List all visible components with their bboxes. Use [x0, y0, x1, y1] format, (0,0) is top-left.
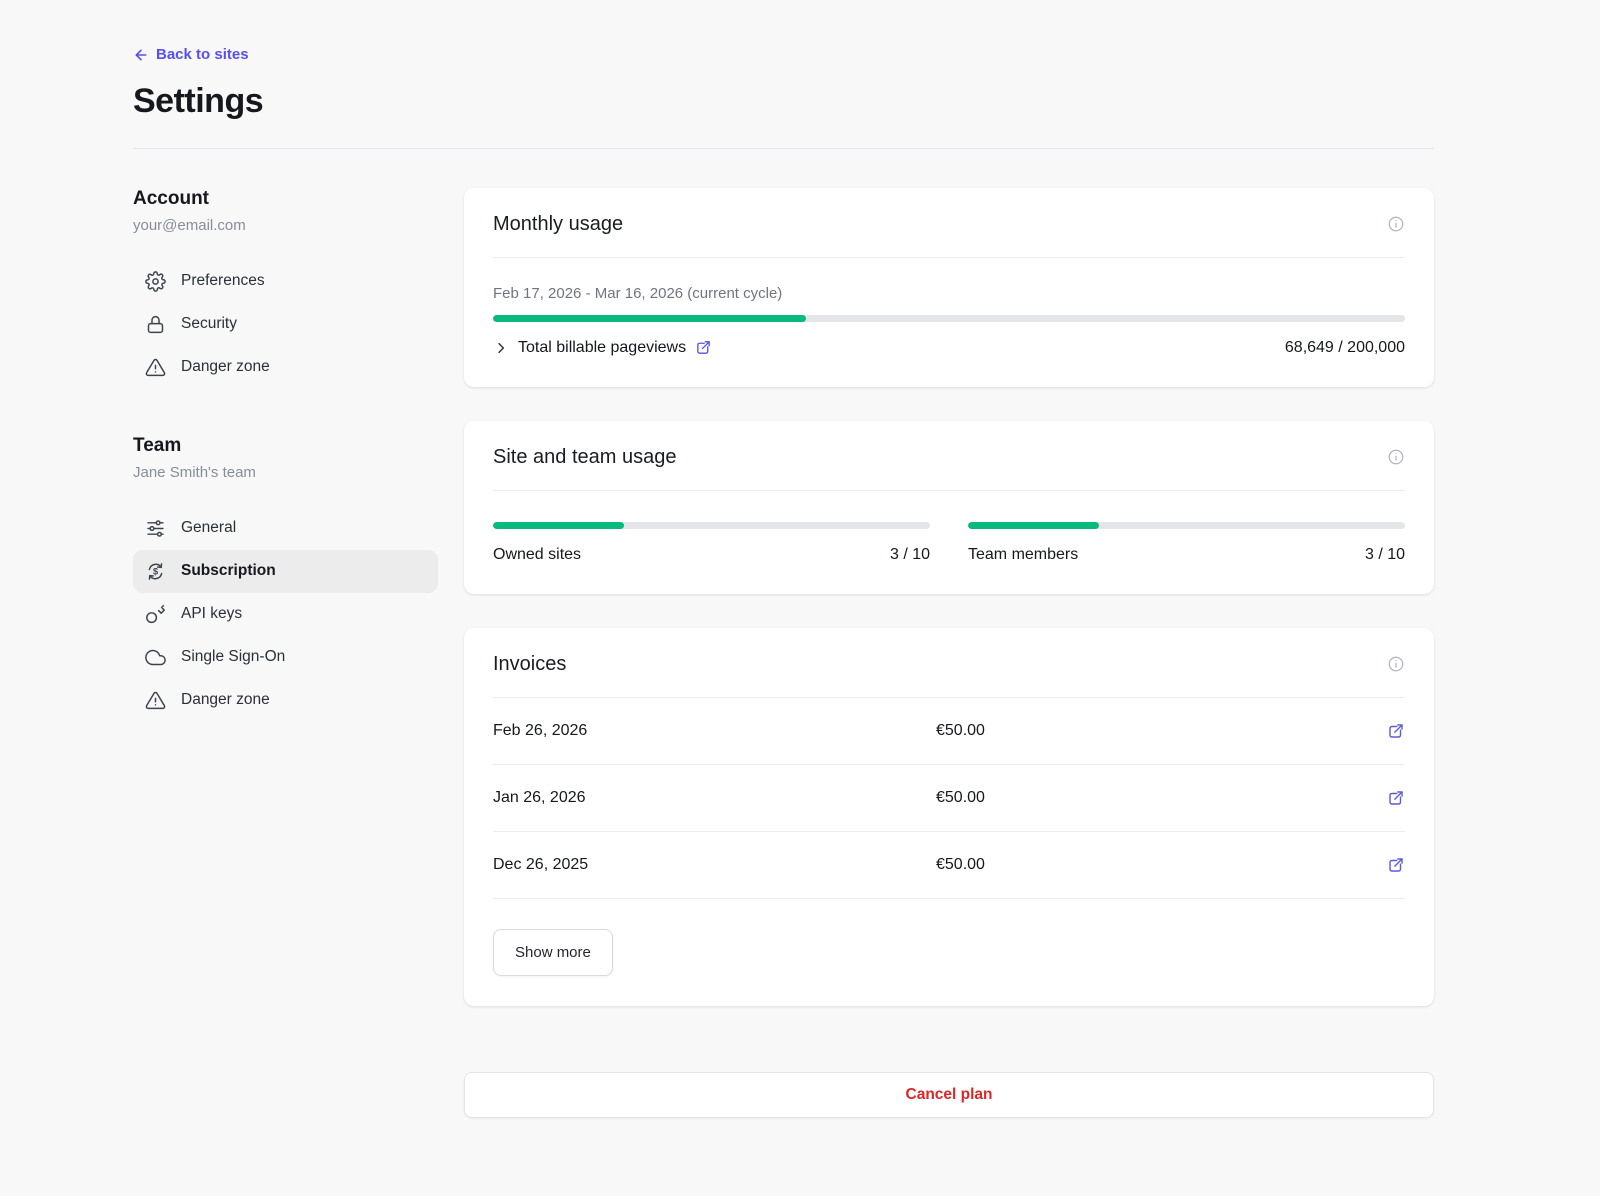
- monthly-usage-title: Monthly usage: [493, 213, 623, 236]
- invoice-row: Jan 26, 2026 €50.00: [493, 765, 1405, 832]
- sidebar-team-group: Team Jane Smith's team General Subscript…: [133, 435, 438, 722]
- owned-sites-meter: Owned sites 3 / 10: [493, 522, 930, 564]
- pageviews-value: 68,649 / 200,000: [1285, 339, 1405, 357]
- settings-page: Back to sites Settings Account your@emai…: [0, 0, 1600, 1118]
- key-icon: [145, 604, 166, 625]
- card-divider: [493, 490, 1405, 491]
- sidebar-item-preferences[interactable]: Preferences: [133, 260, 438, 303]
- sidebar-item-label: Danger zone: [181, 358, 270, 376]
- dollar-refresh-icon: [145, 561, 166, 582]
- info-icon[interactable]: [1387, 448, 1405, 466]
- monthly-usage-card: Monthly usage Feb 17, 2026 - Mar 16, 202…: [464, 188, 1434, 387]
- account-email: your@email.com: [133, 217, 438, 234]
- back-to-sites-link[interactable]: Back to sites: [133, 46, 249, 63]
- sidebar-item-label: General: [181, 519, 236, 537]
- team-members-label: Team members: [968, 546, 1078, 564]
- sidebar-item-security[interactable]: Security: [133, 303, 438, 346]
- sidebar-item-label: Preferences: [181, 272, 265, 290]
- external-link-icon[interactable]: [695, 339, 712, 356]
- pageviews-row: Total billable pageviews 68,649 / 200,00…: [493, 339, 1405, 357]
- site-team-usage-card: Site and team usage Owned sites 3 / 10: [464, 421, 1434, 594]
- invoices-title: Invoices: [493, 653, 566, 676]
- pageviews-progress-fill: [493, 315, 806, 322]
- team-members-progress-bar: [968, 522, 1405, 529]
- invoice-date: Jan 26, 2026: [493, 789, 936, 807]
- cloud-icon: [145, 647, 166, 668]
- team-members-progress-fill: [968, 522, 1099, 529]
- sidebar-item-single-sign-on[interactable]: Single Sign-On: [133, 636, 438, 679]
- header-divider: [133, 148, 1434, 149]
- invoice-amount: €50.00: [936, 722, 985, 740]
- cancel-plan-button[interactable]: Cancel plan: [464, 1072, 1434, 1118]
- invoice-row: Feb 26, 2026 €50.00: [493, 698, 1405, 765]
- sliders-icon: [145, 518, 166, 539]
- card-divider: [493, 257, 1405, 258]
- pageviews-label: Total billable pageviews: [518, 339, 686, 357]
- pageviews-progress-bar: [493, 315, 1405, 322]
- owned-sites-value: 3 / 10: [890, 546, 930, 564]
- team-members-meter: Team members 3 / 10: [968, 522, 1405, 564]
- back-link-label: Back to sites: [156, 46, 249, 63]
- gear-icon: [145, 271, 166, 292]
- account-nav: Preferences Security Danger zone: [133, 260, 438, 389]
- warning-triangle-icon: [145, 357, 166, 378]
- sidebar-item-general[interactable]: General: [133, 507, 438, 550]
- team-members-value: 3 / 10: [1365, 546, 1405, 564]
- arrow-left-icon: [133, 47, 149, 63]
- sidebar-item-subscription[interactable]: Subscription: [133, 550, 438, 593]
- invoice-row: Dec 26, 2025 €50.00: [493, 832, 1405, 899]
- lock-icon: [145, 314, 166, 335]
- info-icon[interactable]: [1387, 215, 1405, 233]
- owned-sites-progress-bar: [493, 522, 930, 529]
- sidebar-item-api-keys[interactable]: API keys: [133, 593, 438, 636]
- page-title: Settings: [133, 82, 1434, 121]
- sidebar-item-label: Single Sign-On: [181, 648, 285, 666]
- billing-cycle-label: Feb 17, 2026 - Mar 16, 2026 (current cyc…: [493, 285, 1405, 302]
- sidebar-item-label: Security: [181, 315, 237, 333]
- sidebar-item-team-danger-zone[interactable]: Danger zone: [133, 679, 438, 722]
- team-nav: General Subscription API keys Single Sig…: [133, 507, 438, 722]
- sidebar-item-label: API keys: [181, 605, 242, 623]
- sidebar-item-label: Subscription: [181, 562, 276, 580]
- warning-triangle-icon: [145, 690, 166, 711]
- invoice-date: Feb 26, 2026: [493, 722, 936, 740]
- invoices-card: Invoices Feb 26, 2026 €50.00 Jan 26, 202…: [464, 628, 1434, 1006]
- owned-sites-label: Owned sites: [493, 546, 581, 564]
- owned-sites-progress-fill: [493, 522, 624, 529]
- info-icon[interactable]: [1387, 655, 1405, 673]
- invoice-amount: €50.00: [936, 856, 985, 874]
- external-link-icon[interactable]: [1387, 722, 1405, 740]
- chevron-right-icon[interactable]: [493, 340, 509, 356]
- account-heading: Account: [133, 188, 438, 210]
- settings-main: Monthly usage Feb 17, 2026 - Mar 16, 202…: [464, 188, 1434, 1118]
- settings-sidebar: Account your@email.com Preferences Secur…: [133, 188, 438, 722]
- invoice-amount: €50.00: [936, 789, 985, 807]
- sidebar-item-account-danger-zone[interactable]: Danger zone: [133, 346, 438, 389]
- team-heading: Team: [133, 435, 438, 457]
- sidebar-item-label: Danger zone: [181, 691, 270, 709]
- invoice-date: Dec 26, 2025: [493, 856, 936, 874]
- external-link-icon[interactable]: [1387, 789, 1405, 807]
- site-team-usage-title: Site and team usage: [493, 446, 676, 469]
- show-more-button[interactable]: Show more: [493, 929, 613, 976]
- team-name: Jane Smith's team: [133, 464, 438, 481]
- sidebar-account-group: Account your@email.com Preferences Secur…: [133, 188, 438, 389]
- external-link-icon[interactable]: [1387, 856, 1405, 874]
